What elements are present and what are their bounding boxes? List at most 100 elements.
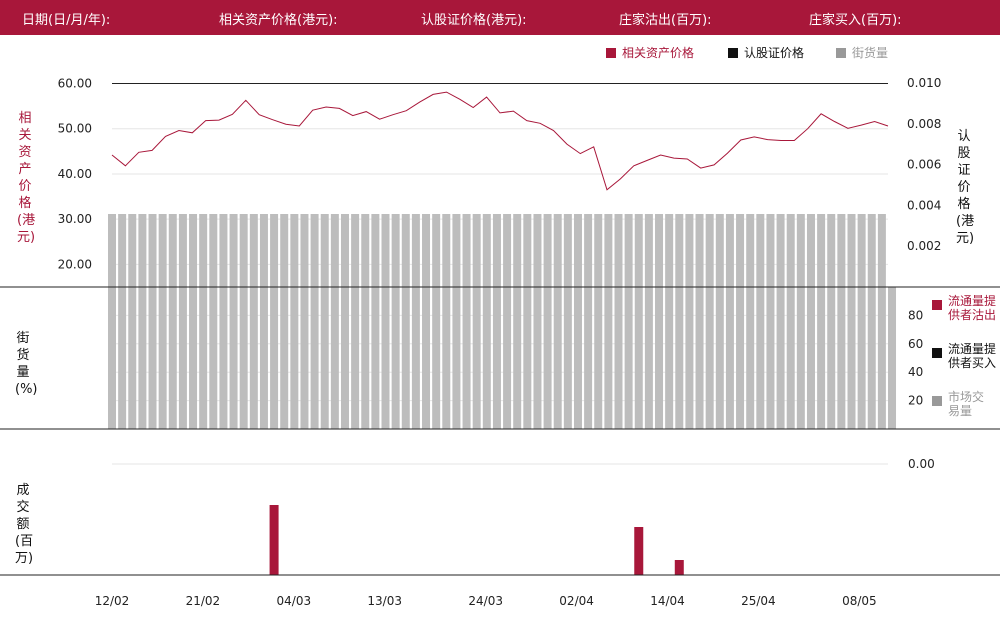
outstanding-bar (158, 214, 167, 429)
outstanding-bar (452, 214, 461, 429)
outstanding-bar (371, 214, 380, 429)
outstanding-bar (847, 214, 856, 429)
volume-axis-tick: 0.00 (908, 457, 935, 471)
outstanding-bar (249, 214, 258, 429)
x-axis-tick: 08/05 (842, 594, 877, 608)
outstanding-bar (695, 214, 704, 429)
outstanding-axis-tick: 20 (908, 394, 923, 408)
outstanding-bar (776, 214, 785, 429)
legend-lp-sell-label: 流通量提供者沽出 (948, 294, 997, 322)
right-axis-tick: 0.002 (907, 239, 941, 253)
outstanding-bar (280, 214, 289, 429)
outstanding-bar (756, 214, 765, 429)
left-axis-tick: 30.00 (58, 212, 92, 226)
x-axis-tick: 13/03 (367, 594, 402, 608)
outstanding-bar (705, 214, 714, 429)
chart-canvas: 60.00 50.00 40.00 30.00 20.00 0.010 0.008 0.006… (0, 76, 1000, 608)
underlying-price-line (111, 91, 889, 191)
volume-bars (269, 505, 684, 575)
outstanding-bars (108, 214, 897, 429)
legend-lp-buy-label: 流通量提供者买入 (948, 342, 997, 370)
outstanding-bar (746, 214, 755, 429)
right-axis-tick: 0.004 (907, 198, 941, 212)
x-axis-tick: 12/02 (95, 594, 130, 608)
outstanding-bar (867, 214, 876, 429)
outstanding-bar (391, 214, 400, 429)
outstanding-bar (239, 214, 248, 429)
outstanding-bar (766, 214, 775, 429)
outstanding-bar (219, 214, 228, 429)
outstanding-bar (857, 214, 866, 429)
outstanding-bar (442, 214, 451, 429)
outstanding-bar (634, 214, 643, 429)
x-axis-tick: 04/03 (277, 594, 312, 608)
legend-lp-sell-swatch (932, 300, 942, 310)
outstanding-bar (401, 214, 410, 429)
outstanding-bar (270, 214, 279, 429)
legend-market-volume-swatch (932, 396, 942, 406)
outstanding-bar (817, 214, 826, 429)
outstanding-bar (148, 214, 157, 429)
outstanding-bar (462, 214, 471, 429)
outstanding-bar (472, 214, 481, 429)
left-axis-tick: 60.00 (58, 77, 92, 91)
outstanding-bar (573, 214, 582, 429)
outstanding-bar (330, 214, 339, 429)
outstanding-bar (715, 214, 724, 429)
outstanding-bar (290, 214, 299, 429)
outstanding-bar (259, 214, 268, 429)
outstanding-bar (644, 214, 653, 429)
outstanding-bar (725, 214, 734, 429)
left-price-axis-title: 相关资产价格(港元) (17, 111, 36, 245)
outstanding-bar (432, 214, 441, 429)
outstanding-bar (543, 214, 552, 429)
left-axis-tick: 20.00 (58, 257, 92, 271)
outstanding-bar (361, 214, 370, 429)
outstanding-bar (411, 214, 420, 429)
outstanding-bar (138, 214, 147, 429)
outstanding-bar (806, 214, 815, 429)
volume-axis-title: 成交额(百万) (15, 483, 34, 566)
outstanding-bar (837, 214, 846, 429)
lp-sell-bar (674, 560, 684, 575)
outstanding-bar (199, 214, 208, 429)
legend-lp-buy[interactable]: 流通量提供者买入 (932, 342, 1000, 374)
outstanding-bar (786, 214, 795, 429)
x-axis-tick: 25/04 (741, 594, 776, 608)
right-axis-tick: 0.006 (907, 158, 941, 172)
outstanding-bar (320, 214, 329, 429)
left-axis-tick: 40.00 (58, 167, 92, 181)
outstanding-bar (381, 214, 390, 429)
right-axis-tick: 0.008 (907, 117, 941, 131)
outstanding-bar (563, 214, 572, 429)
outstanding-bar (340, 214, 349, 429)
right-price-axis-title: 认股证价格(港元) (956, 129, 975, 246)
left-axis-tick: 50.00 (58, 122, 92, 136)
outstanding-bar (553, 214, 562, 429)
outstanding-bar (675, 214, 684, 429)
outstanding-bar (492, 214, 501, 429)
outstanding-bar (118, 214, 127, 429)
outstanding-bar (604, 214, 613, 429)
outstanding-bar (655, 214, 664, 429)
outstanding-axis-tick: 80 (908, 308, 923, 322)
outstanding-bar (584, 214, 593, 429)
x-axis-tick: 24/03 (468, 594, 503, 608)
outstanding-bar (594, 214, 603, 429)
lp-sell-bar (634, 527, 644, 575)
legend-market-volume-label: 市场交易量 (948, 390, 985, 418)
legend-lp-sell[interactable]: 流通量提供者沽出 (932, 294, 1000, 326)
legend-market-volume[interactable]: 市场交易量 (932, 390, 1000, 422)
outstanding-bar (624, 214, 633, 429)
outstanding-bar (189, 214, 198, 429)
outstanding-bar (665, 214, 674, 429)
right-axis-tick: 0.010 (907, 76, 941, 90)
legend-lp-buy-swatch (932, 348, 942, 358)
outstanding-axis-title: 街货量(%) (15, 331, 38, 397)
outstanding-axis-tick: 40 (908, 365, 923, 379)
x-axis-tick: 14/04 (650, 594, 685, 608)
outstanding-bar (614, 214, 623, 429)
outstanding-bar (229, 214, 238, 429)
x-axis-tick: 02/04 (559, 594, 594, 608)
outstanding-bar (888, 287, 897, 429)
